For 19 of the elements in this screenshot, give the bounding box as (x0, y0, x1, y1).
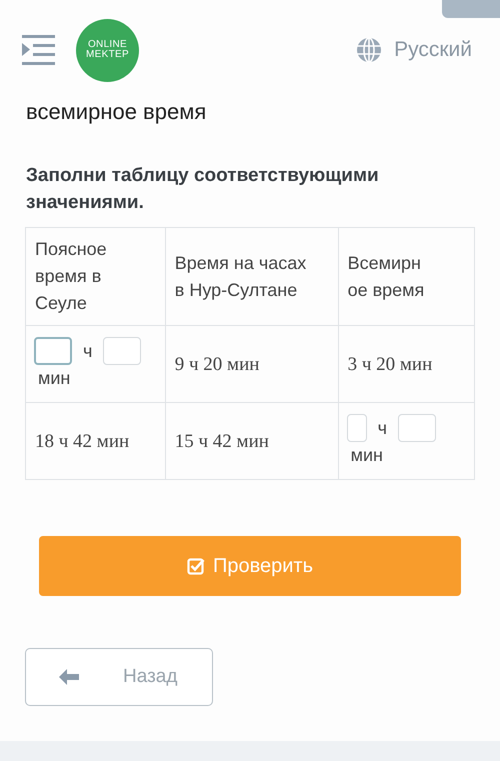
table-cell: 15 ч 42 мин (165, 402, 338, 480)
table-cell: 3 ч 20 мин (338, 326, 474, 402)
column-header: Всемирное время (338, 228, 474, 326)
column-header: Время на часах в Нур-Султане (165, 228, 338, 326)
minutes-unit: мин (38, 367, 72, 390)
logo-text: ONLINE (88, 40, 128, 50)
logo[interactable]: ONLINE MEKTEP (76, 18, 139, 82)
language-selector[interactable]: Русский (356, 37, 472, 63)
check-button[interactable]: Проверить (39, 536, 461, 596)
back-button[interactable]: Назад (25, 648, 213, 706)
hours-unit: ч (83, 341, 92, 362)
table-cell: 18 ч 42 мин (26, 402, 166, 480)
column-header: Поясное время в Сеуле (26, 228, 166, 326)
table-cell: 9 ч 20 мин (165, 326, 338, 402)
page-title: всемирное время (26, 99, 208, 125)
hours-unit: ч (378, 418, 387, 438)
logo-text: MEKTEP (86, 50, 129, 60)
task-instruction: Заполни таблицу соответствующими значениями. (26, 164, 380, 215)
minutes-unit: мин (350, 444, 384, 468)
